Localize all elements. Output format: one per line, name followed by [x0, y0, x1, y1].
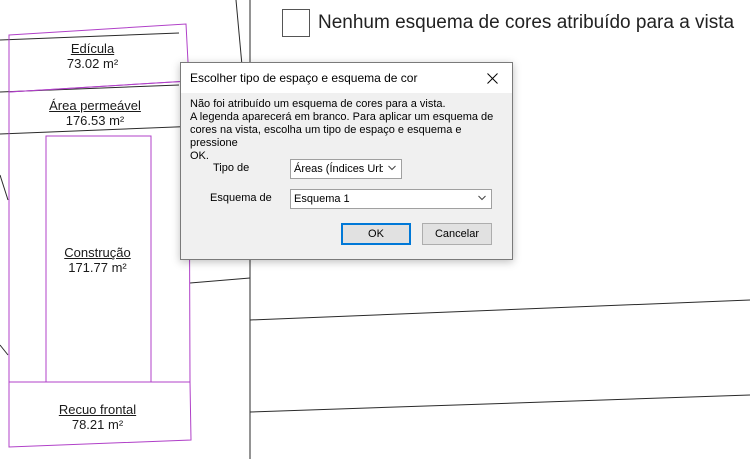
area-tag-construcao[interactable]: Construção 171.77 m²	[40, 245, 155, 275]
plan-line	[249, 394, 750, 413]
plan-line	[0, 174, 9, 201]
color-fill-legend[interactable]: Nenhum esquema de cores atribuído para a…	[282, 8, 734, 38]
area-name: Edícula	[70, 41, 115, 56]
area-tag-edicula[interactable]: Edícula 73.02 m²	[30, 41, 155, 71]
area-value: 78.21 m²	[71, 417, 124, 432]
area-tag-recuo-frontal[interactable]: Recuo frontal 78.21 m²	[30, 402, 165, 432]
legend-text: Nenhum esquema de cores atribuído para a…	[318, 12, 735, 33]
area-name: Construção	[64, 245, 131, 260]
area-name: Recuo frontal	[58, 402, 137, 417]
area-value: 176.53 m²	[65, 113, 125, 128]
space-type-value: Áreas (Índices Urba	[294, 163, 383, 175]
color-scheme-value: Esquema 1	[294, 193, 350, 205]
scheme-label: Esquema de	[210, 192, 272, 204]
close-button[interactable]	[472, 63, 512, 93]
plan-line	[0, 344, 9, 356]
chevron-down-icon	[388, 165, 396, 171]
plan-line	[249, 299, 750, 321]
close-icon	[486, 72, 498, 84]
dialog-titlebar[interactable]: Escolher tipo de espaço e esquema de cor	[181, 63, 512, 93]
dialog-message: Não foi atribuído um esquema de cores pa…	[190, 98, 494, 162]
choose-space-type-dialog: Escolher tipo de espaço e esquema de cor…	[180, 62, 513, 260]
area-value: 171.77 m²	[68, 260, 127, 275]
area-tag-area-permeavel[interactable]: Área permeável 176.53 m²	[30, 98, 160, 128]
ok-button[interactable]: OK	[341, 223, 411, 245]
chevron-down-icon	[478, 195, 486, 201]
type-label: Tipo de	[213, 162, 250, 174]
area-name: Área permeável	[49, 98, 141, 113]
cancel-button[interactable]: Cancelar	[422, 223, 492, 245]
color-scheme-dropdown[interactable]: Esquema 1	[290, 189, 492, 209]
legend-swatch	[282, 9, 310, 37]
space-type-dropdown[interactable]: Áreas (Índices Urba	[290, 159, 402, 179]
dialog-title: Escolher tipo de espaço e esquema de cor	[190, 71, 418, 85]
area-value: 73.02 m²	[66, 56, 119, 71]
plan-line	[189, 277, 251, 284]
